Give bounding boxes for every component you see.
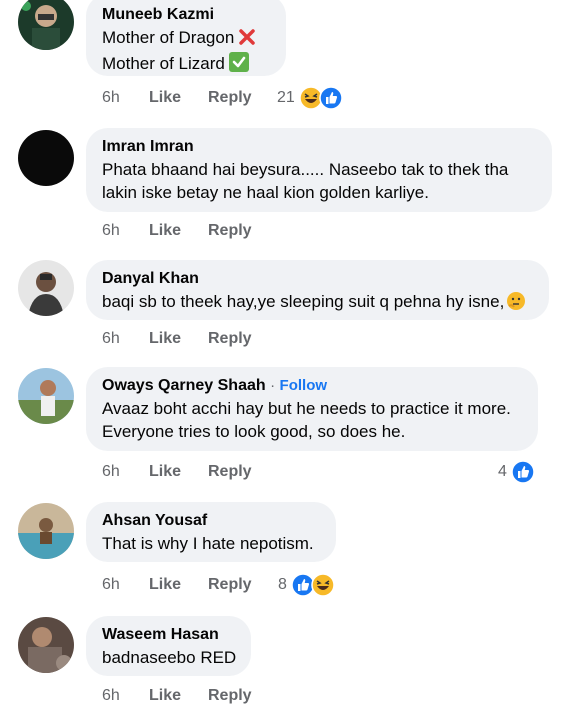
avatar[interactable] [18,617,74,673]
like-button[interactable]: Like [149,462,208,482]
comment-text: Mother of Dragon [102,28,235,47]
avatar[interactable] [18,503,74,559]
timestamp[interactable]: 6h [102,575,149,595]
reply-button[interactable]: Reply [208,88,252,108]
comment-author[interactable]: Imran Imran [102,136,536,158]
reply-button[interactable]: Reply [208,329,252,349]
avatar[interactable] [18,130,74,186]
comment-actions: 6h Like Reply [102,221,252,241]
comment-actions: 6h Like Reply [102,329,252,349]
cross-mark-icon [238,28,256,52]
comment-bubble: Ahsan Yousaf That is why I hate nepotism… [86,502,336,562]
comment-text: Mother of Lizard [102,54,225,73]
comment-bubble: Waseem Hasan badnaseebo RED [86,616,251,676]
comment-actions: 6h Like Reply [102,462,252,482]
timestamp[interactable]: 6h [102,221,149,241]
comment-text: Avaaz boht acchi hay but he needs to pra… [102,399,511,418]
reply-button[interactable]: Reply [208,686,252,706]
comment-bubble: Danyal Khan baqi sb to theek hay,ye slee… [86,260,549,320]
like-reaction-icon [511,460,535,484]
like-button[interactable]: Like [149,88,208,108]
check-mark-icon [228,52,249,78]
reaction-count: 21 [277,89,295,106]
comment-bubble: Oways Qarney Shaah · Follow Avaaz boht a… [86,367,538,451]
avatar[interactable] [18,368,74,424]
comment-author[interactable]: Ahsan Yousaf [102,510,320,532]
like-button[interactable]: Like [149,575,208,595]
reactions-summary[interactable]: 8 [278,572,335,598]
comment-author[interactable]: Muneeb Kazmi [102,4,270,26]
comment-bubble: Imran Imran Phata bhaand hai beysura....… [86,128,552,212]
comment-text: badnaseebo RED [102,648,237,667]
comment-actions: 6h Like Reply [102,686,252,706]
like-button[interactable]: Like [149,221,208,241]
comment-text: lakin iske betay ne haal kion golden kar… [102,183,429,202]
comment-line: Mother of Lizard [102,52,270,78]
avatar[interactable] [18,0,74,50]
comment-text: baqi sb to theek hay,ye sleeping suit q … [102,292,505,311]
comment-text: Everyone tries to look good, so does he. [102,422,406,441]
timestamp[interactable]: 6h [102,88,149,108]
separator-dot: · [270,377,276,394]
reply-button[interactable]: Reply [208,221,252,241]
reply-button[interactable]: Reply [208,462,252,482]
thinking-face-icon [506,291,526,317]
reactions-summary[interactable]: 4 [498,459,535,485]
comment-bubble: Muneeb Kazmi Mother of Dragon Mother of … [86,0,286,76]
comment-text: That is why I hate nepotism. [102,534,314,553]
comment-text: Phata bhaand hai beysura..... Naseebo ta… [102,160,509,179]
reaction-count: 8 [278,576,287,593]
like-reaction-icon [319,86,343,110]
comment-actions: 6h Like Reply [102,88,252,108]
comment-author[interactable]: Waseem Hasan [102,624,235,646]
comment-line: Mother of Dragon [102,26,270,52]
reactions-summary[interactable]: 21 [277,85,343,111]
reply-button[interactable]: Reply [208,575,252,595]
comment-line: baqi sb to theek hay,ye sleeping suit q … [102,290,533,317]
avatar[interactable] [18,260,74,316]
like-button[interactable]: Like [149,329,208,349]
comment-author[interactable]: Danyal Khan [102,268,533,290]
reaction-count: 4 [498,463,507,480]
timestamp[interactable]: 6h [102,329,149,349]
comment-author[interactable]: Oways Qarney Shaah [102,377,266,394]
timestamp[interactable]: 6h [102,462,149,482]
comment-actions: 6h Like Reply [102,575,252,595]
like-button[interactable]: Like [149,686,208,706]
comment-header: Oways Qarney Shaah · Follow [102,375,522,397]
follow-button[interactable]: Follow [280,377,328,394]
timestamp[interactable]: 6h [102,686,149,706]
haha-reaction-icon [311,573,335,597]
